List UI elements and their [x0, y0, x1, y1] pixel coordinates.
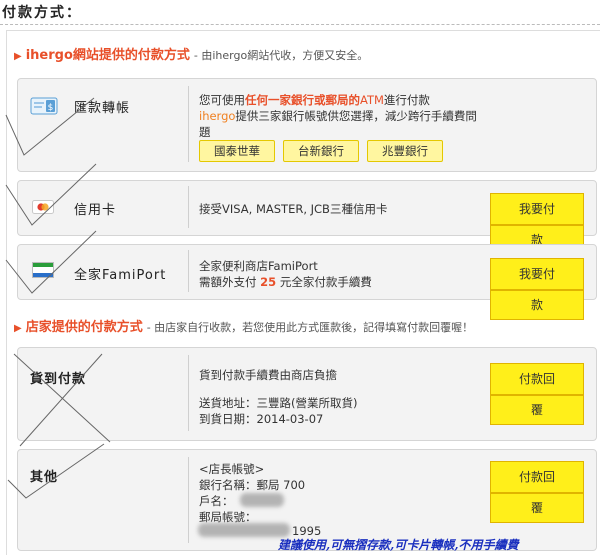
other-account-holder: 戶名：: [199, 494, 234, 508]
card-divider: [188, 457, 189, 543]
card-divider: [188, 86, 189, 162]
checkmark-annotation: [7, 443, 105, 499]
transfer-desc-text-4: 題: [199, 125, 211, 139]
section-ihergo-subtitle: - 由ihergo網站代收，方便又安全。: [193, 49, 369, 62]
cod-arrival-date: 到貨日期：2014-03-07: [199, 412, 324, 426]
bank-button-megabank[interactable]: 兆豐銀行: [367, 140, 443, 162]
card-divider: [188, 186, 189, 228]
checkmark-annotation: [5, 230, 97, 294]
credit-card-pay-button[interactable]: 我要付: [490, 193, 584, 225]
cross-out-annotation: [13, 353, 111, 447]
cod-description: 貨到付款手續費由商店負擔: [199, 368, 337, 382]
cod-payment-reply-button[interactable]: 付款回: [490, 363, 584, 395]
cod-payment-reply-button-cont[interactable]: 覆: [490, 395, 584, 425]
transfer-desc-text-3: 提供三家銀行帳號供您選擇，減少跨行手續費問: [235, 109, 477, 123]
famiport-description: 全家便利商店FamiPort 需額外支付 25 元全家付款手續費: [199, 258, 479, 290]
transfer-desc-atm: ATM: [360, 93, 384, 107]
other-bank-name: 銀行名稱：郵局 700: [199, 478, 306, 492]
famiport-fee: 25: [260, 275, 277, 289]
section-store-title-row: ▶ 店家提供的付款方式 - 由店家自行收款，若您使用此方式匯款後，記得填寫付款回覆喔…: [14, 316, 473, 335]
transfer-desc-text-2: 進行付款: [383, 93, 430, 107]
transfer-desc-text: 您可使用: [199, 93, 245, 107]
transfer-desc-site: ihergo: [199, 109, 236, 123]
cod-shipping-address: 送貨地址：三豐路(營業所取貨): [199, 396, 358, 410]
other-payment-reply-button-cont[interactable]: 覆: [490, 493, 584, 523]
section-ihergo-title: ihergo網站提供的付款方式: [25, 48, 190, 63]
bank-button-cathay[interactable]: 國泰世華: [199, 140, 275, 162]
section-store-subtitle: - 由店家自行收款，若您使用此方式匯款後，記得填寫付款回覆喔！: [146, 321, 474, 334]
payment-header: [0, 0, 600, 24]
section-ihergo-title-row: ▶ ihergo網站提供的付款方式 - 由ihergo網站代收，方便又安全。: [14, 44, 368, 63]
famiport-desc-text-3: 元全家付款手續費: [279, 275, 372, 289]
header-divider: [0, 24, 600, 25]
card-divider: [188, 355, 189, 431]
checkmark-annotation: [5, 97, 95, 156]
redacted-account-number: [198, 523, 290, 537]
handwritten-note: 建議使用,可無摺存款,可卡片轉帳,不用手續費: [278, 538, 519, 552]
famiport-desc-text: 全家便利商店FamiPort: [199, 259, 318, 273]
transfer-description: 您可使用任何一家銀行或郵局的ATM進行付款 ihergo提供三家銀行帳號供您選擇…: [199, 92, 559, 140]
triangle-bullet-icon: ▶: [14, 323, 22, 334]
redacted-account-holder: [240, 493, 284, 507]
triangle-bullet-icon: ▶: [14, 51, 22, 62]
transfer-desc-highlight: 任何一家銀行或郵局的: [245, 93, 360, 107]
other-account-heading: <店長帳號>: [199, 462, 265, 476]
page-title: 付款方式：: [2, 5, 82, 21]
credit-card-description: 接受VISA, MASTER, JCB三種信用卡: [199, 202, 388, 216]
other-payment-reply-button[interactable]: 付款回: [490, 461, 584, 493]
famiport-pay-button-cont[interactable]: 款: [490, 290, 584, 320]
bank-button-taishin[interactable]: 台新銀行: [283, 140, 359, 162]
card-divider: [188, 250, 189, 292]
famiport-desc-text-2: 需額外支付: [199, 275, 257, 289]
checkmark-annotation: [5, 163, 97, 226]
section-store-title: 店家提供的付款方式: [25, 320, 143, 335]
famiport-pay-button[interactable]: 我要付: [490, 258, 584, 290]
